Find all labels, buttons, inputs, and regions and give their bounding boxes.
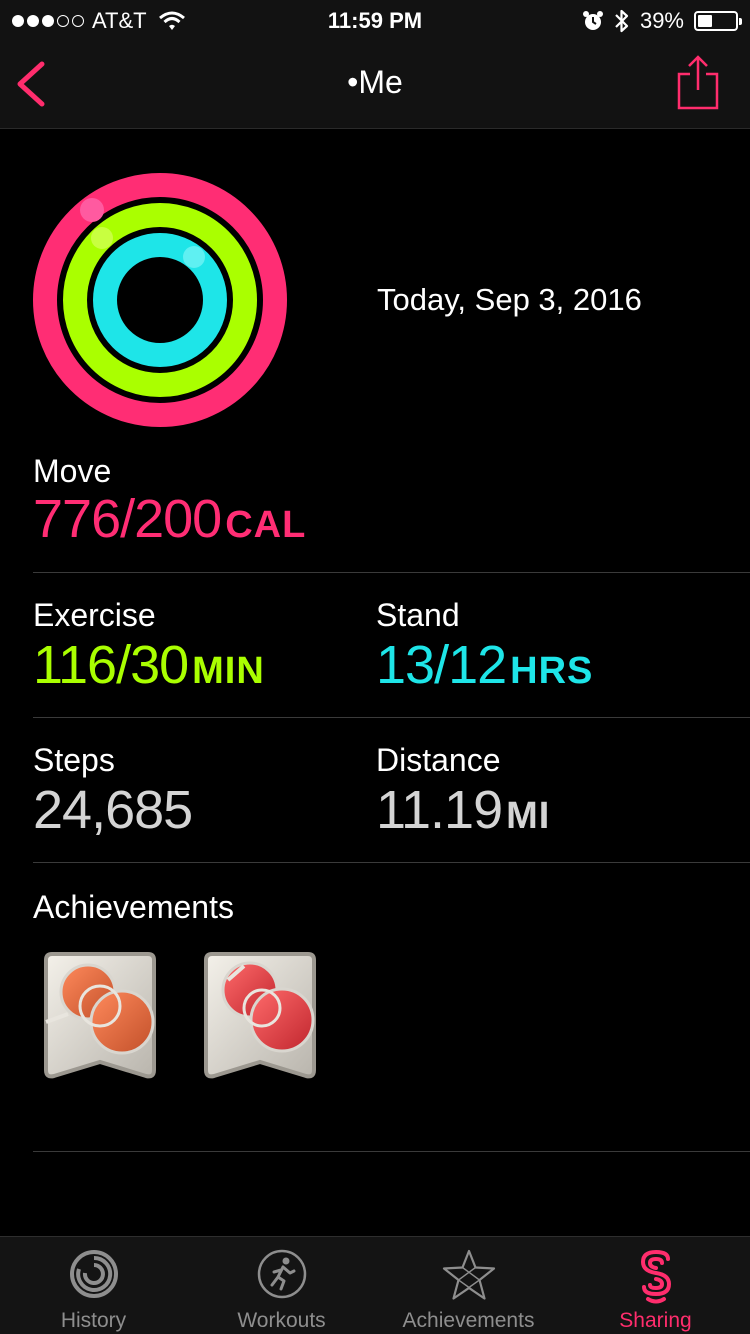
move-unit: CAL xyxy=(225,504,307,546)
workouts-icon xyxy=(257,1249,306,1299)
history-icon xyxy=(69,1250,118,1298)
navigation-bar: •Me xyxy=(0,40,750,129)
achievement-badges xyxy=(38,952,322,1088)
move-value-number: 776/200 xyxy=(33,489,222,549)
tab-label: History xyxy=(60,1309,127,1332)
distance-value: 11.19 MI xyxy=(376,779,550,841)
stand-unit: HRS xyxy=(510,650,594,692)
tab-label: Workouts xyxy=(237,1309,326,1332)
stand-label: Stand xyxy=(376,597,460,633)
distance-value-number: 11.19 xyxy=(376,780,503,840)
tab-achievements[interactable]: Achievements xyxy=(375,1237,562,1334)
page-title: •Me xyxy=(347,64,403,100)
battery-icon xyxy=(694,11,742,31)
bluetooth-icon xyxy=(615,9,629,33)
activity-rings[interactable] xyxy=(32,172,288,428)
achievements-heading: Achievements xyxy=(33,889,234,925)
tab-bar: History Workouts Achievements Sharing xyxy=(0,1236,750,1334)
exercise-value: 116/30 MIN xyxy=(33,634,265,696)
stand-value: 13/12 HRS xyxy=(376,634,593,696)
status-right: 39% xyxy=(582,8,742,34)
divider xyxy=(33,717,750,718)
steps-value: 24,685 xyxy=(33,780,193,840)
exercise-value-number: 116/30 xyxy=(33,635,189,695)
steps-label: Steps xyxy=(33,742,115,778)
tab-workouts[interactable]: Workouts xyxy=(188,1237,375,1334)
divider xyxy=(33,862,750,863)
battery-percent: 39% xyxy=(639,8,684,33)
activity-screen: AT&T 11:59 PM 39% •Me Today, Sep 3, 2016… xyxy=(0,0,750,1334)
alarm-icon xyxy=(582,11,603,30)
exercise-unit: MIN xyxy=(192,650,265,692)
tab-label: Achievements xyxy=(402,1309,535,1332)
status-bar: AT&T 11:59 PM 39% xyxy=(0,0,750,40)
move-label: Move xyxy=(33,453,112,489)
exercise-label: Exercise xyxy=(33,597,156,633)
divider xyxy=(33,572,750,573)
achievement-badge-icon[interactable] xyxy=(198,952,322,1088)
divider xyxy=(33,1151,750,1152)
sharing-icon xyxy=(640,1249,671,1304)
stand-value-number: 13/12 xyxy=(376,635,507,695)
achievements-icon xyxy=(442,1249,495,1300)
distance-label: Distance xyxy=(376,742,501,778)
tab-label: Sharing xyxy=(619,1309,692,1332)
share-icon[interactable] xyxy=(676,54,720,110)
tab-history[interactable]: History xyxy=(0,1237,187,1334)
tab-sharing[interactable]: Sharing xyxy=(562,1237,749,1334)
achievement-badge-icon[interactable] xyxy=(38,952,162,1088)
move-value: 776/200 CAL xyxy=(33,488,306,550)
distance-unit: MI xyxy=(506,795,551,837)
summary-date: Today, Sep 3, 2016 xyxy=(377,282,642,317)
